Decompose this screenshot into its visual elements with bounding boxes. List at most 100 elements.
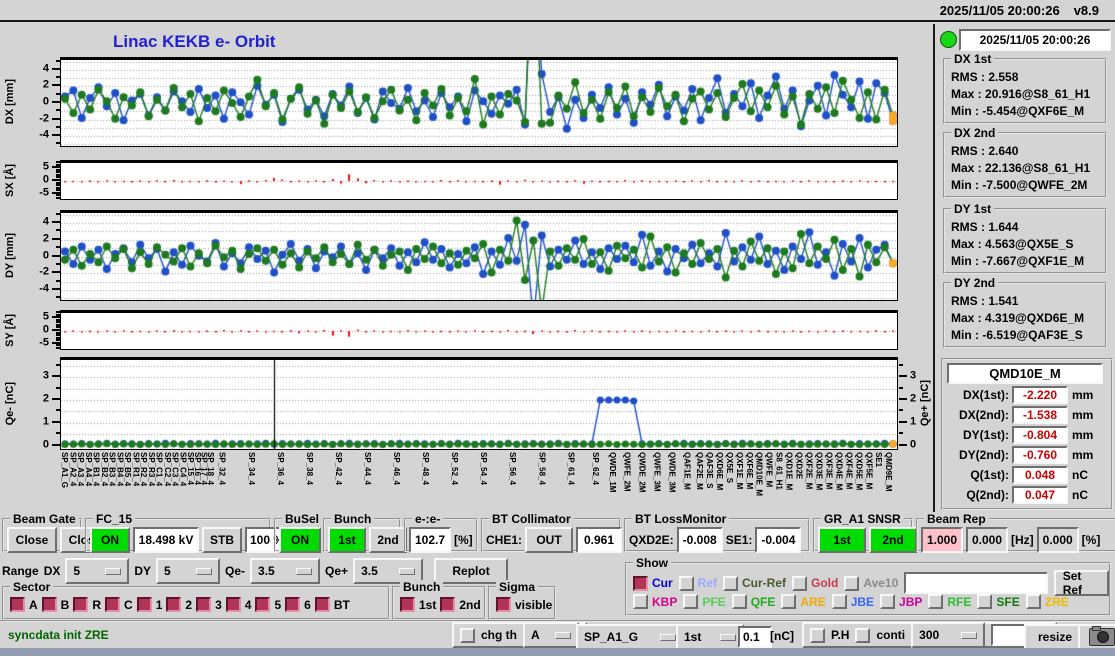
beam-rep-value-3: 0.000 — [1037, 527, 1079, 553]
show-zre-checkbox[interactable] — [1026, 594, 1041, 609]
sector-checkbox-r[interactable] — [73, 597, 88, 612]
show-sfe-checkbox[interactable] — [977, 594, 992, 609]
sigma-visible-checkbox[interactable] — [496, 597, 511, 612]
sector-checkbox-2[interactable] — [166, 597, 181, 612]
bunch-1st-checkbox[interactable] — [400, 597, 415, 612]
option-menu-indicator — [961, 632, 977, 639]
beam-rep-value-1: 1.000 — [921, 527, 963, 553]
show-jbe-checkbox[interactable] — [832, 594, 847, 609]
sector-checkbox-1[interactable] — [137, 597, 152, 612]
stat-max: Max : 20.916@S8_61_H1 — [951, 87, 1090, 101]
show-qfe-checkbox[interactable] — [732, 594, 747, 609]
stat-box-dx-2nd: DX 2nd RMS : 2.640 Max : 22.136@S8_61_H1… — [943, 132, 1107, 198]
stat-rms: RMS : 1.541 — [951, 294, 1018, 308]
show-kbp-checkbox[interactable] — [633, 594, 648, 609]
bunch-1st-button[interactable]: 1st — [328, 527, 366, 553]
option-menu-indicator — [399, 568, 415, 575]
show-gold-checkbox[interactable] — [792, 576, 807, 591]
show-ref-checkbox[interactable] — [679, 576, 694, 591]
linac-orbit-window: 2025/11/05 20:00:26 v8.9 Linac KEKB e- O… — [0, 0, 1115, 656]
resize-button[interactable]: resize — [1024, 624, 1086, 650]
sector-checkbox-bt[interactable] — [315, 597, 330, 612]
snsr-1st-button[interactable]: 1st — [818, 527, 866, 553]
timestamp-box: 2025/11/05 20:00:26 — [959, 29, 1111, 51]
show-pfe-checkbox[interactable] — [683, 594, 698, 609]
fc15-group: FC_15 ON 18.498 kV STB 100 % — [85, 518, 271, 552]
stat-max: Max : 22.136@S8_61_H1 — [951, 161, 1090, 175]
chg-th-checkbox[interactable] — [460, 628, 475, 643]
monitor-value: -2.220 — [1012, 386, 1068, 404]
bunch-dropdown[interactable]: 1st — [676, 624, 744, 650]
bunch-2nd-checkbox[interactable] — [440, 597, 455, 612]
titlebar-version: v8.9 — [1074, 3, 1099, 18]
sx-axis-label: SX [Å] — [2, 160, 18, 200]
sector-checkbox-a[interactable] — [10, 597, 25, 612]
show-jbp-checkbox[interactable] — [880, 594, 895, 609]
fc15-kv-value: 18.498 kV — [133, 527, 199, 553]
che1-out-button[interactable]: OUT — [525, 527, 573, 553]
gr-a1-snsr-group: GR_A1 SNSR 1st 2nd — [813, 518, 913, 552]
sx-sigma-plot — [60, 160, 898, 200]
qe-plus-axis-label: Qe+ [nC] — [917, 357, 933, 450]
dy-axis-ticks: -4-2024 — [24, 212, 60, 299]
monitor-value: -0.804 — [1012, 426, 1068, 444]
sector-checkbox-6[interactable] — [285, 597, 300, 612]
stat-min: Min : -7.667@QXF1E_M — [951, 254, 1084, 268]
stat-min: Min : -5.454@QXF6E_M — [951, 104, 1084, 118]
count-dropdown[interactable]: 300 — [911, 622, 985, 648]
acquisition-panel: P.H conti 300 — [802, 622, 1057, 648]
ph-checkbox[interactable] — [810, 628, 825, 643]
chg-th-dropdown[interactable]: A — [523, 622, 579, 648]
ee-ratio-group: e-:e- 102.7 [%] — [404, 518, 478, 552]
sp-monitor-dropdown[interactable]: SP_A1_G — [576, 624, 684, 650]
busel-group: BuSel ON — [274, 518, 320, 552]
beam-gate-close-1-button[interactable]: Close — [7, 527, 57, 553]
stat-max: Max : 4.563@QX5E_S — [951, 237, 1073, 251]
screenshot-button[interactable] — [1078, 624, 1115, 650]
threshold-input[interactable]: 0.1 — [738, 626, 772, 648]
bunch-filter-group: Bunch 1st 2nd — [392, 586, 486, 620]
snsr-2nd-button[interactable]: 2nd — [869, 527, 917, 553]
set-ref-button[interactable]: Set Ref — [1054, 570, 1109, 596]
dy-orbit-plot — [60, 210, 898, 301]
show-cur-checkbox[interactable] — [633, 576, 648, 591]
control-row-1: Beam Gate Close Close FC_15 ON 18.498 kV… — [2, 518, 1115, 554]
monitor-value: 0.047 — [1012, 486, 1068, 504]
sector-checkbox-b[interactable] — [42, 597, 57, 612]
beam-rep-value-2: 0.000 — [966, 527, 1008, 553]
ref-name-input[interactable] — [904, 572, 1047, 594]
show-are-checkbox[interactable] — [781, 594, 796, 609]
conti-checkbox[interactable] — [855, 628, 870, 643]
dx-axis-label: DX [mm] — [2, 57, 18, 147]
option-menu-indicator — [660, 634, 676, 641]
stat-box-dx-1st: DX 1st RMS : 2.558 Max : 20.916@S8_61_H1… — [943, 58, 1107, 124]
dx-orbit-plot — [60, 57, 898, 147]
sy-axis-ticks: -505 — [24, 312, 60, 348]
range-dx-dropdown[interactable]: 5 — [65, 558, 129, 584]
x-axis-labels: SP_A1_GSP_A2_4SP_A3_4SP_A4_4SP_B1_4SP_B2… — [60, 452, 898, 514]
busel-on-button[interactable]: ON — [279, 527, 321, 553]
show-ave10-checkbox[interactable] — [844, 576, 859, 591]
sector-checkbox-4[interactable] — [226, 597, 241, 612]
fc15-stb-button[interactable]: STB — [202, 527, 242, 553]
sector-checkbox-5[interactable] — [255, 597, 270, 612]
che1-value: 0.961 — [576, 527, 622, 553]
sector-checkbox-c[interactable] — [105, 597, 120, 612]
title-bar: 2025/11/05 20:00:26 v8.9 — [0, 0, 1115, 22]
monitor-name: QMD10E_M — [947, 363, 1103, 384]
sector-checkbox-3[interactable] — [196, 597, 211, 612]
stat-rms: RMS : 2.558 — [951, 70, 1018, 84]
bunch-2nd-button[interactable]: 2nd — [369, 527, 407, 553]
stat-box-dy-1st: DY 1st RMS : 1.644 Max : 4.563@QX5E_S Mi… — [943, 208, 1107, 274]
show-cur-ref-checkbox[interactable] — [723, 576, 738, 591]
monitor-value: -1.538 — [1012, 406, 1068, 424]
range-dy-dropdown[interactable]: 5 — [156, 558, 220, 584]
status-message: syncdata init ZRE — [8, 628, 109, 642]
qe-axis-ticks: 0123 — [24, 359, 60, 448]
option-menu-indicator — [196, 568, 212, 575]
option-menu-indicator — [105, 568, 121, 575]
range-qe-minus-dropdown[interactable]: 3.5 — [250, 558, 320, 584]
show-rfe-checkbox[interactable] — [928, 594, 943, 609]
fc15-on-button[interactable]: ON — [90, 527, 130, 553]
monitor-value: 0.048 — [1012, 466, 1068, 484]
